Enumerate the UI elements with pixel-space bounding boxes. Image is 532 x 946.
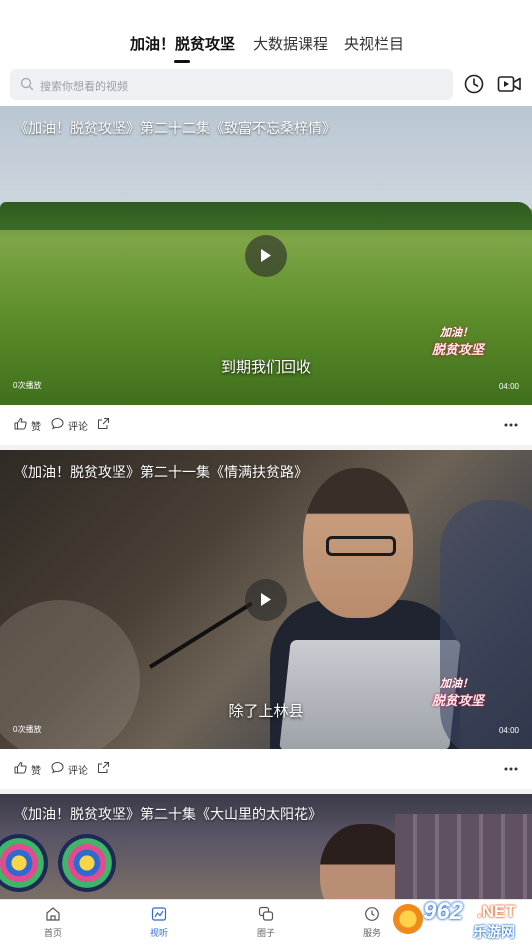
watermark-logo-icon: [393, 904, 423, 934]
tab-fight-poverty[interactable]: 加油！脱贫攻坚: [130, 33, 235, 54]
video-scene-glasses: [326, 536, 396, 556]
share-icon[interactable]: [97, 761, 110, 774]
video-subtitle: 除了上林县: [228, 703, 304, 720]
card-actions: 赞 评论: [0, 405, 532, 445]
service-clock-icon: [365, 907, 379, 921]
play-icon: [261, 593, 271, 606]
video-card: 《加油！脱贫攻坚》第二十一集《情满扶贫路》 加油！ 脱贫攻坚 除了上林县 0次播…: [0, 450, 532, 789]
comment-button[interactable]: 评论: [68, 418, 88, 433]
play-button[interactable]: [245, 235, 287, 277]
circle-chat-icon: [258, 906, 274, 921]
thumbs-up-icon[interactable]: [14, 761, 27, 774]
video-duration: 04:00: [498, 382, 519, 391]
thumbs-up-icon[interactable]: [14, 417, 27, 430]
nav-label: 首页: [43, 928, 62, 938]
watermark-number: 962: [423, 898, 464, 925]
search-row: 搜索你想看的视频: [0, 68, 532, 106]
video-scene-mandala: [58, 834, 116, 892]
video-title: 《加油！脱贫攻坚》第二十一集《情满扶贫路》: [14, 466, 308, 481]
video-record-icon[interactable]: [497, 73, 522, 95]
view-count: 0次播放: [13, 725, 42, 734]
tab-cctv-column[interactable]: 央视栏目: [344, 33, 404, 54]
site-watermark: 962 .NET 乐游网: [385, 896, 525, 946]
video-scene-microphone: [148, 601, 253, 669]
watermark-suffix: .NET: [477, 902, 516, 921]
app-page: 加油！脱贫攻坚 大数据课程 央视栏目 搜索你想看的视频 《加油！脱贫攻坚》第二十…: [0, 0, 532, 946]
media-icon: [151, 907, 167, 921]
nav-item-circle[interactable]: 圈子: [236, 906, 296, 939]
nav-item-media[interactable]: 视听: [129, 906, 189, 939]
share-icon[interactable]: [97, 417, 110, 430]
search-input[interactable]: 搜索你想看的视频: [10, 69, 453, 100]
show-logo-line1: 加油！: [440, 678, 473, 690]
video-player[interactable]: 《加油！脱贫攻坚》第二十二集《致富不忘桑梓情》 加油！ 脱贫攻坚 到期我们回收 …: [0, 106, 532, 405]
video-card: 《加油！脱贫攻坚》第二十二集《致富不忘桑梓情》 加油！ 脱贫攻坚 到期我们回收 …: [0, 106, 532, 445]
video-scene-shelf: [395, 814, 532, 899]
nav-label: 圈子: [256, 928, 275, 938]
top-tab-bar: 加油！脱贫攻坚 大数据课程 央视栏目: [0, 0, 532, 68]
tab-big-data-course[interactable]: 大数据课程: [253, 33, 328, 54]
search-icon: [20, 77, 34, 91]
more-options-icon[interactable]: [504, 423, 518, 427]
video-scene-mandala: [0, 834, 48, 892]
video-card: 《加油！脱贫攻坚》第二十集《大山里的太阳花》: [0, 794, 532, 899]
play-icon: [261, 249, 271, 262]
video-player[interactable]: 《加油！脱贫攻坚》第二十集《大山里的太阳花》: [0, 794, 532, 899]
video-duration: 04:00: [498, 726, 519, 735]
like-button[interactable]: 赞: [31, 762, 41, 777]
active-tab-indicator: [174, 60, 190, 63]
history-icon[interactable]: [463, 73, 485, 95]
video-scene-treeline: [0, 202, 532, 230]
video-title: 《加油！脱贫攻坚》第二十二集《致富不忘桑梓情》: [14, 122, 336, 137]
play-button[interactable]: [245, 579, 287, 621]
view-count: 0次播放: [13, 381, 42, 390]
comment-button[interactable]: 评论: [68, 762, 88, 777]
search-placeholder: 搜索你想看的视频: [40, 81, 128, 93]
show-logo-line1: 加油！: [440, 327, 473, 339]
watermark-site: 乐游网: [473, 924, 515, 940]
home-icon: [46, 907, 60, 921]
video-player[interactable]: 《加油！脱贫攻坚》第二十一集《情满扶贫路》 加油！ 脱贫攻坚 除了上林县 0次播…: [0, 450, 532, 749]
more-options-icon[interactable]: [504, 767, 518, 771]
like-button[interactable]: 赞: [31, 418, 41, 433]
nav-item-home[interactable]: 首页: [23, 906, 83, 939]
video-subtitle: 到期我们回收: [220, 359, 311, 376]
card-actions: 赞 评论: [0, 749, 532, 789]
video-title: 《加油！脱贫攻坚》第二十集《大山里的太阳花》: [14, 808, 322, 823]
comment-icon[interactable]: [51, 761, 64, 774]
comment-icon[interactable]: [51, 417, 64, 430]
nav-label: 视听: [149, 928, 168, 938]
